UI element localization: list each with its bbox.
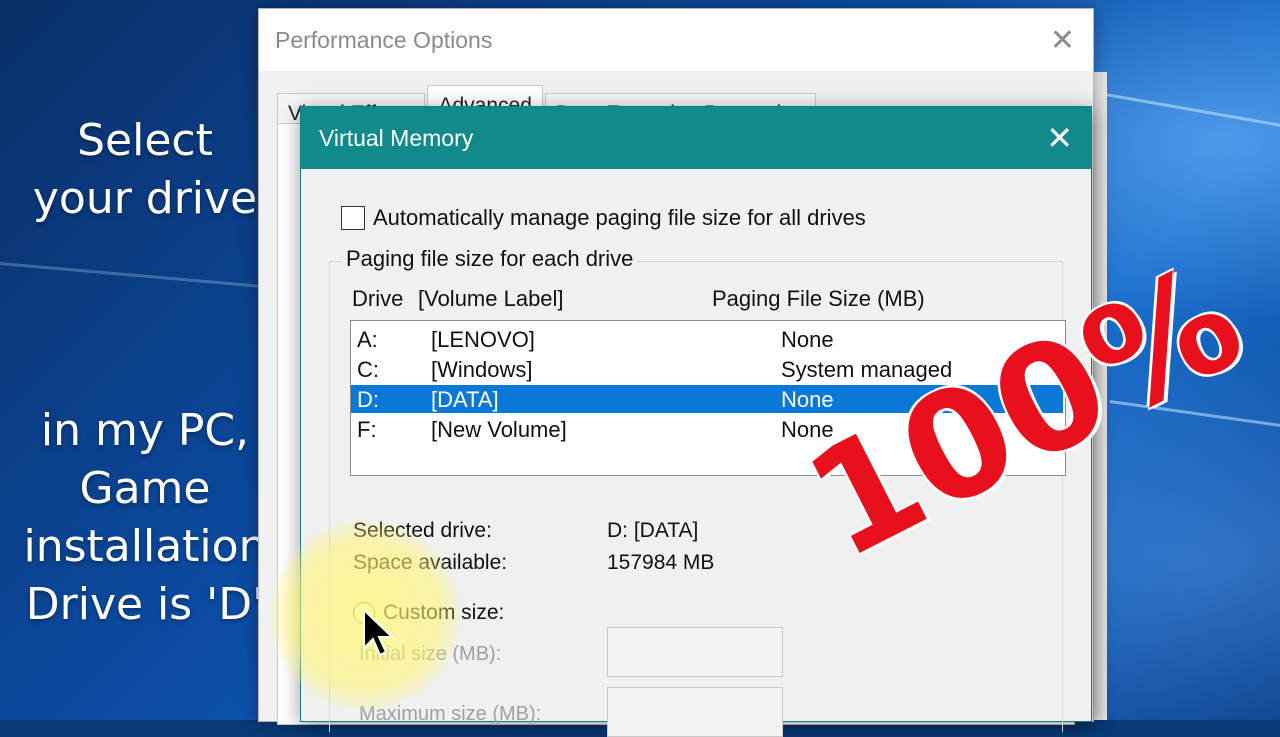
drive-volume-label: [New Volume] bbox=[431, 417, 567, 442]
drive-paging-size: None bbox=[781, 327, 834, 352]
space-available-label: Space available: bbox=[353, 551, 508, 574]
overlay-caption-bottom: in my PC, Game installation Drive is 'D' bbox=[0, 402, 290, 634]
performance-options-title: Performance Options bbox=[259, 9, 1093, 71]
close-icon[interactable]: ✕ bbox=[1046, 119, 1073, 157]
overlay-line: installation bbox=[23, 521, 267, 572]
light-beam bbox=[1099, 92, 1280, 128]
mouse-pointer-icon bbox=[363, 608, 395, 657]
drive-letter: A: bbox=[357, 327, 378, 352]
overlay-line: in my PC, bbox=[40, 405, 250, 456]
space-available-value: 157984 MB bbox=[607, 551, 715, 574]
drive-paging-size: None bbox=[781, 387, 834, 412]
column-header-size: Paging File Size (MB) bbox=[712, 286, 925, 311]
overlay-line: Drive is 'D' bbox=[25, 579, 265, 630]
selected-drive-value: D: [DATA] bbox=[607, 519, 699, 542]
drive-letter: F: bbox=[357, 417, 377, 442]
initial-size-input[interactable] bbox=[607, 627, 783, 677]
overlay-line: Game bbox=[79, 463, 211, 514]
drive-letter: D: bbox=[357, 387, 379, 412]
virtual-memory-title: Virtual Memory bbox=[301, 107, 1091, 169]
drive-volume-label: [Windows] bbox=[431, 357, 533, 382]
overlay-caption-top: Select your drive bbox=[0, 112, 290, 228]
light-beam bbox=[0, 262, 260, 288]
drive-volume-label: [LENOVO] bbox=[431, 327, 535, 352]
auto-manage-checkbox[interactable] bbox=[341, 206, 365, 230]
custom-size-label: Custom size: bbox=[383, 601, 505, 624]
overlay-line: your drive bbox=[32, 173, 258, 224]
maximum-size-input[interactable] bbox=[607, 687, 783, 737]
close-icon[interactable]: ✕ bbox=[1050, 23, 1075, 58]
column-header-drive: Drive bbox=[352, 286, 404, 311]
auto-manage-label: Automatically manage paging file size fo… bbox=[373, 205, 866, 230]
auto-manage-option[interactable]: Automatically manage paging file size fo… bbox=[341, 205, 866, 231]
maximum-size-label: Maximum size (MB): bbox=[359, 703, 542, 725]
drive-letter: C: bbox=[357, 357, 379, 382]
column-header-volume: [Volume Label] bbox=[418, 286, 564, 311]
group-label: Paging file size for each drive bbox=[342, 246, 638, 272]
drive-volume-label: [DATA] bbox=[431, 387, 499, 412]
overlay-line: Select bbox=[77, 115, 213, 166]
selected-drive-label: Selected drive: bbox=[353, 519, 492, 542]
